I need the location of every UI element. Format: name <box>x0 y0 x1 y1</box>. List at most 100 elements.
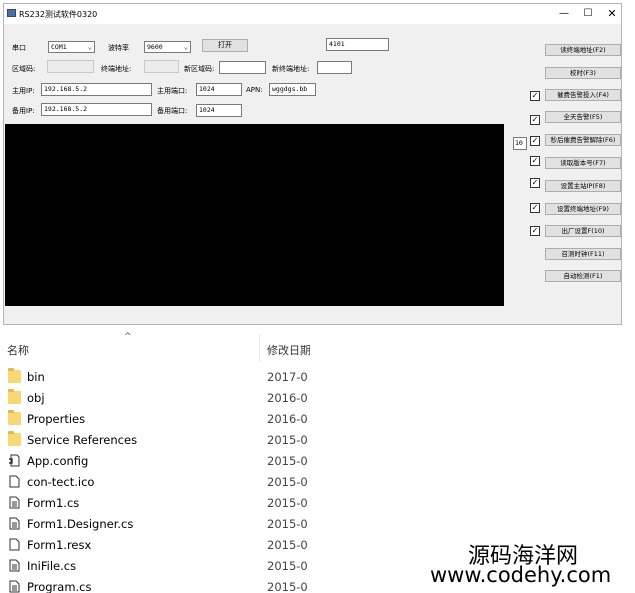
file-row-inifile-cs[interactable]: IniFile.cs 2015-0 <box>0 556 320 577</box>
check-icon: ✓ <box>531 136 539 145</box>
file-row-obj[interactable]: obj 2016-0 <box>0 388 320 409</box>
file-date: 2016-0 <box>267 391 308 405</box>
file-date: 2015-0 <box>267 433 308 447</box>
check-icon: ✓ <box>531 91 539 100</box>
column-name-header[interactable]: 名称 <box>7 342 29 358</box>
file-row-con-tect-ico[interactable]: con-tect.ico 2015-0 <box>0 472 320 493</box>
file-row-properties[interactable]: Properties 2016-0 <box>0 409 320 430</box>
all-day-alarm-button[interactable]: 全天告警(F5) <box>545 111 621 123</box>
file-name: App.config <box>27 454 89 468</box>
file-row-bin[interactable]: bin 2017-0 <box>0 367 320 388</box>
check-icon: ✓ <box>531 203 539 212</box>
fee-alarm-checkbox[interactable]: ✓ <box>530 91 540 101</box>
check-icon: ✓ <box>531 156 539 165</box>
file-row-service-references[interactable]: Service References 2015-0 <box>0 430 320 451</box>
file-name: Form1.resx <box>27 538 92 552</box>
open-port-button[interactable]: 打开 <box>202 39 248 52</box>
backup-port-field[interactable]: 1024 <box>196 104 242 117</box>
new-zone-code-field[interactable] <box>219 61 266 74</box>
file-name: Program.cs <box>27 580 92 593</box>
backup-port-label: 备用端口: <box>157 107 188 115</box>
read-clock-button[interactable]: 召测时钟(F11) <box>545 248 621 260</box>
console-output[interactable] <box>5 124 504 306</box>
file-row-form1-resx[interactable]: Form1.resx 2015-0 <box>0 535 320 556</box>
apn-field[interactable]: wggdgs.bb <box>269 83 316 96</box>
text-file-icon <box>9 580 20 593</box>
new-zone-code-label: 新区域码: <box>184 65 215 73</box>
app-icon <box>7 9 16 17</box>
text-file-icon <box>9 517 20 530</box>
file-date: 2015-0 <box>267 517 308 531</box>
zone-code-label: 区域码: <box>12 65 36 73</box>
fee-alarm-button[interactable]: 催费告警投入(F4) <box>545 89 621 101</box>
app-window: RS232测试软件0320 — ☐ ✕ 串口 COM1 ⌄ 波特率 9600 ⌄… <box>3 3 622 325</box>
baud-rate-label: 波特率 <box>108 44 129 52</box>
baud-rate-value: 9600 <box>147 43 163 51</box>
read-version-checkbox[interactable]: ✓ <box>530 156 540 166</box>
file-row-app-config[interactable]: App.config 2015-0 <box>0 451 320 472</box>
blank-file-icon <box>9 538 20 551</box>
top-value-field[interactable]: 4101 <box>326 38 389 51</box>
read-terminal-address-button[interactable]: 读终端地址(F2) <box>545 44 621 56</box>
main-ip-field[interactable]: 192.168.5.2 <box>41 83 152 96</box>
file-row-program-cs[interactable]: Program.cs 2015-0 <box>0 577 320 593</box>
file-name: Form1.Designer.cs <box>27 517 134 531</box>
file-name: Service References <box>27 433 138 447</box>
all-day-alarm-checkbox[interactable]: ✓ <box>530 115 540 125</box>
folder-icon <box>8 368 21 383</box>
serial-port-label: 串口 <box>12 44 26 52</box>
file-name: Form1.cs <box>27 496 80 510</box>
file-date: 2015-0 <box>267 496 308 510</box>
file-row-form1-designer-cs[interactable]: Form1.Designer.cs 2015-0 <box>0 514 320 535</box>
file-name: con-tect.ico <box>27 475 95 489</box>
column-divider[interactable] <box>259 334 260 362</box>
alarm-release-checkbox[interactable]: ✓ <box>530 136 540 146</box>
terminal-address-label: 终端地址: <box>101 65 132 73</box>
window-title: RS232测试软件0320 <box>19 10 98 19</box>
file-name: Properties <box>27 412 86 426</box>
file-date: 2015-0 <box>267 559 308 573</box>
new-terminal-address-label: 新终端地址: <box>272 65 310 73</box>
file-date: 2017-0 <box>267 370 308 384</box>
serial-port-select[interactable]: COM1 ⌄ <box>48 41 95 53</box>
terminal-address-field[interactable] <box>144 60 179 73</box>
folder-icon <box>8 389 21 404</box>
backup-ip-label: 备用IP: <box>12 107 35 115</box>
factory-reset-checkbox[interactable]: ✓ <box>530 226 540 236</box>
time-sync-button[interactable]: 校时(F3) <box>545 67 621 79</box>
set-terminal-address-button[interactable]: 设置终端地址(F9) <box>545 203 621 215</box>
file-date: 2015-0 <box>267 538 308 552</box>
column-date-header[interactable]: 修改日期 <box>267 342 310 358</box>
close-button[interactable]: ✕ <box>598 6 626 22</box>
check-icon: ✓ <box>531 115 539 124</box>
text-file-icon <box>9 559 20 572</box>
title-bar[interactable]: RS232测试软件0320 — ☐ ✕ <box>4 4 621 24</box>
set-master-ip-button[interactable]: 设置主站IP(F8) <box>545 180 621 192</box>
delay-seconds-field[interactable]: 10 <box>513 137 527 150</box>
backup-ip-field[interactable]: 192.168.5.2 <box>41 103 152 116</box>
read-version-button[interactable]: 读取版本号(F7) <box>545 157 621 169</box>
file-name: obj <box>27 391 45 405</box>
set-terminal-address-checkbox[interactable]: ✓ <box>530 203 540 213</box>
factory-reset-button[interactable]: 出厂设置F(10) <box>545 225 621 237</box>
main-port-field[interactable]: 1024 <box>196 83 242 96</box>
new-terminal-address-field[interactable] <box>317 61 352 74</box>
chevron-down-icon: ⌄ <box>87 43 92 51</box>
watermark-url: www.codehy.com <box>430 563 612 587</box>
check-icon: ✓ <box>531 178 539 187</box>
file-row-form1-cs[interactable]: Form1.cs 2015-0 <box>0 493 320 514</box>
sort-ascending-icon: ^ <box>124 332 132 342</box>
apn-label: APN: <box>246 86 263 94</box>
auto-detect-button[interactable]: 自动检测(F1) <box>545 270 621 282</box>
chevron-down-icon: ⌄ <box>183 43 188 51</box>
file-date: 2016-0 <box>267 412 308 426</box>
alarm-release-button[interactable]: 秒后催费告警解除(F6) <box>545 134 621 146</box>
file-date: 2015-0 <box>267 580 308 593</box>
set-master-ip-checkbox[interactable]: ✓ <box>530 178 540 188</box>
baud-rate-select[interactable]: 9600 ⌄ <box>144 41 191 53</box>
zone-code-field[interactable] <box>47 60 94 73</box>
config-file-icon <box>9 454 20 467</box>
column-header: ^ 名称 修改日期 <box>0 330 635 366</box>
check-icon: ✓ <box>531 226 539 235</box>
file-date: 2015-0 <box>267 454 308 468</box>
